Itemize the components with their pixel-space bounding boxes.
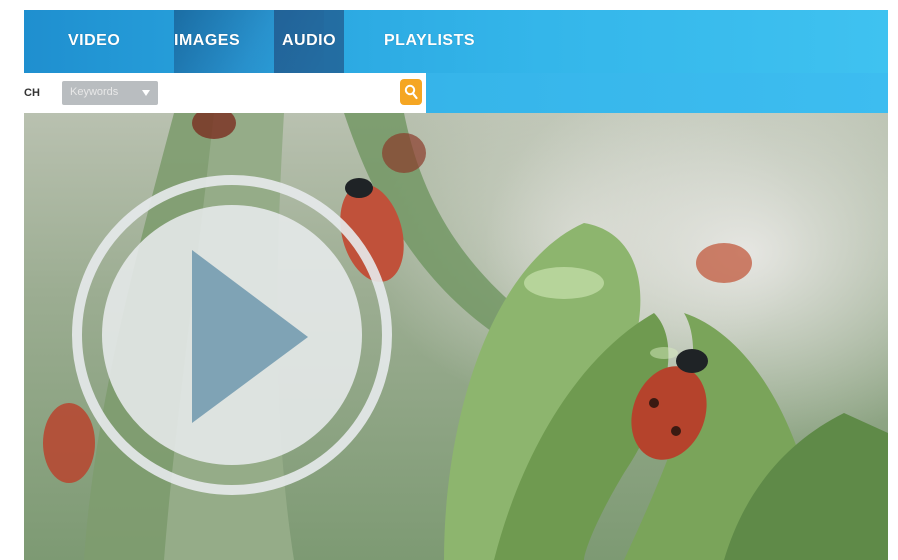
play-icon	[72, 175, 392, 495]
nav-tab-video[interactable]: VIDEO	[68, 32, 120, 50]
search-bar: CH Keywords	[24, 73, 426, 113]
video-player[interactable]	[24, 113, 888, 560]
search-icon	[404, 84, 418, 100]
media-player-frame: VIDEO IMAGES AUDIO PLAYLISTS CH Keywords	[24, 10, 888, 560]
top-nav-bar: VIDEO IMAGES AUDIO PLAYLISTS	[24, 10, 888, 73]
search-type-select[interactable]: Keywords	[62, 81, 158, 105]
chevron-down-icon	[142, 90, 150, 96]
play-button[interactable]	[72, 175, 392, 500]
nav-tab-audio[interactable]: AUDIO	[274, 10, 345, 73]
search-button[interactable]	[400, 79, 422, 105]
nav-tab-playlists[interactable]: PLAYLISTS	[384, 32, 475, 50]
search-input[interactable]	[164, 81, 398, 107]
search-type-value: Keywords	[70, 86, 119, 98]
search-label: CH	[24, 87, 40, 99]
nav-tab-images[interactable]: IMAGES	[174, 32, 240, 50]
